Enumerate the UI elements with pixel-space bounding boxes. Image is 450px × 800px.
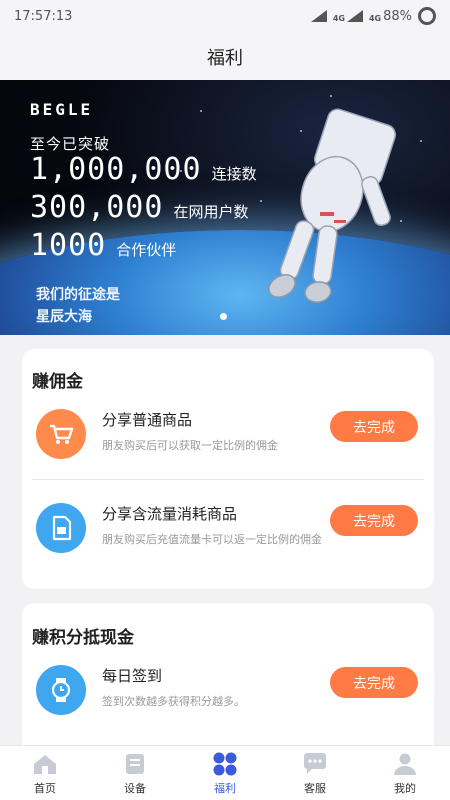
- sim-card-icon: [36, 503, 86, 553]
- stat-label: 在网用户数: [173, 203, 249, 221]
- battery-level: 88%: [383, 8, 412, 24]
- status-time: 17:57:13: [14, 8, 73, 24]
- stat-connections: 1,000,000 连接数: [30, 152, 257, 187]
- list-item[interactable]: 分享普通商品 朋友购买后可以获取一定比例的佣金 去完成: [32, 397, 424, 477]
- signal-icon: [310, 10, 327, 22]
- slogan-line-1: 我们的征途是: [36, 287, 120, 303]
- tab-label: 福利: [214, 781, 236, 795]
- signal-icon: [346, 10, 363, 22]
- item-title: 分享普通商品: [102, 411, 193, 429]
- tab-home[interactable]: 首页: [0, 746, 90, 800]
- tab-label: 我的: [394, 781, 416, 795]
- commission-card: 赚佣金 分享普通商品 朋友购买后可以获取一定比例的佣金 去完成 分享含流量消耗商…: [22, 349, 434, 589]
- carousel-indicator[interactable]: [220, 313, 227, 320]
- tab-profile[interactable]: 我的: [360, 746, 450, 800]
- benefits-icon: [211, 751, 239, 777]
- stat-partners: 1000 合作伙伴: [30, 228, 176, 263]
- complete-button[interactable]: 去完成: [330, 411, 418, 442]
- item-desc: 朋友购买后可以获取一定比例的佣金: [102, 439, 278, 452]
- complete-button[interactable]: 去完成: [330, 505, 418, 536]
- item-desc: 朋友购买后充值流量卡可以返一定比例的佣金: [102, 533, 322, 546]
- item-desc: 签到次数越多获得积分越多。: [102, 695, 245, 708]
- stat-label: 合作伙伴: [116, 241, 177, 259]
- section-title: 赚佣金: [32, 372, 83, 392]
- status-indicators: 4G 4G 88%: [310, 7, 436, 25]
- user-icon: [391, 751, 419, 777]
- brand-logo: BEGLE: [30, 100, 94, 119]
- page-title: 福利: [207, 48, 243, 69]
- network-type: 4G: [332, 14, 345, 23]
- points-card: 赚积分抵现金 每日签到 签到次数越多获得积分越多。 去完成: [22, 603, 434, 753]
- complete-button[interactable]: 去完成: [330, 667, 418, 698]
- stat-value: 300,000: [30, 190, 164, 225]
- item-title: 每日签到: [102, 667, 163, 685]
- home-icon: [31, 751, 59, 777]
- banner-headline: 至今已突破: [30, 135, 111, 153]
- tab-device[interactable]: 设备: [90, 746, 180, 800]
- network-type: 4G: [368, 14, 382, 23]
- stat-value: 1,000,000: [30, 152, 202, 187]
- slogan-line-2: 星辰大海: [36, 309, 92, 325]
- stat-users: 300,000 在网用户数: [30, 190, 248, 225]
- section-title: 赚积分抵现金: [32, 628, 134, 648]
- list-item[interactable]: 每日签到 签到次数越多获得积分越多。 去完成: [32, 653, 424, 733]
- tab-label: 客服: [304, 781, 326, 795]
- status-bar: 17:57:13 4G 4G 88%: [0, 0, 450, 32]
- stat-value: 1000: [30, 228, 107, 263]
- astronaut-illustration: [268, 108, 397, 303]
- shopping-cart-icon: [36, 409, 86, 459]
- divider: [32, 479, 424, 480]
- promo-banner[interactable]: BEGLE 至今已突破 1,000,000 连接数 300,000 在网用户数 …: [0, 80, 450, 335]
- bottom-tab-bar: 首页 设备 福利 客服 我的: [0, 745, 450, 800]
- tab-label: 设备: [124, 781, 146, 795]
- tab-label: 首页: [34, 781, 56, 795]
- chat-icon: [301, 751, 329, 777]
- list-item[interactable]: 分享含流量消耗商品 朋友购买后充值流量卡可以返一定比例的佣金 去完成: [32, 491, 424, 571]
- battery-icon: [418, 7, 436, 25]
- device-icon: [121, 751, 149, 777]
- page-header: 福利: [0, 32, 450, 82]
- item-title: 分享含流量消耗商品: [102, 505, 238, 523]
- tab-service[interactable]: 客服: [270, 746, 360, 800]
- watch-icon: [36, 665, 86, 715]
- tab-benefits[interactable]: 福利: [180, 746, 270, 800]
